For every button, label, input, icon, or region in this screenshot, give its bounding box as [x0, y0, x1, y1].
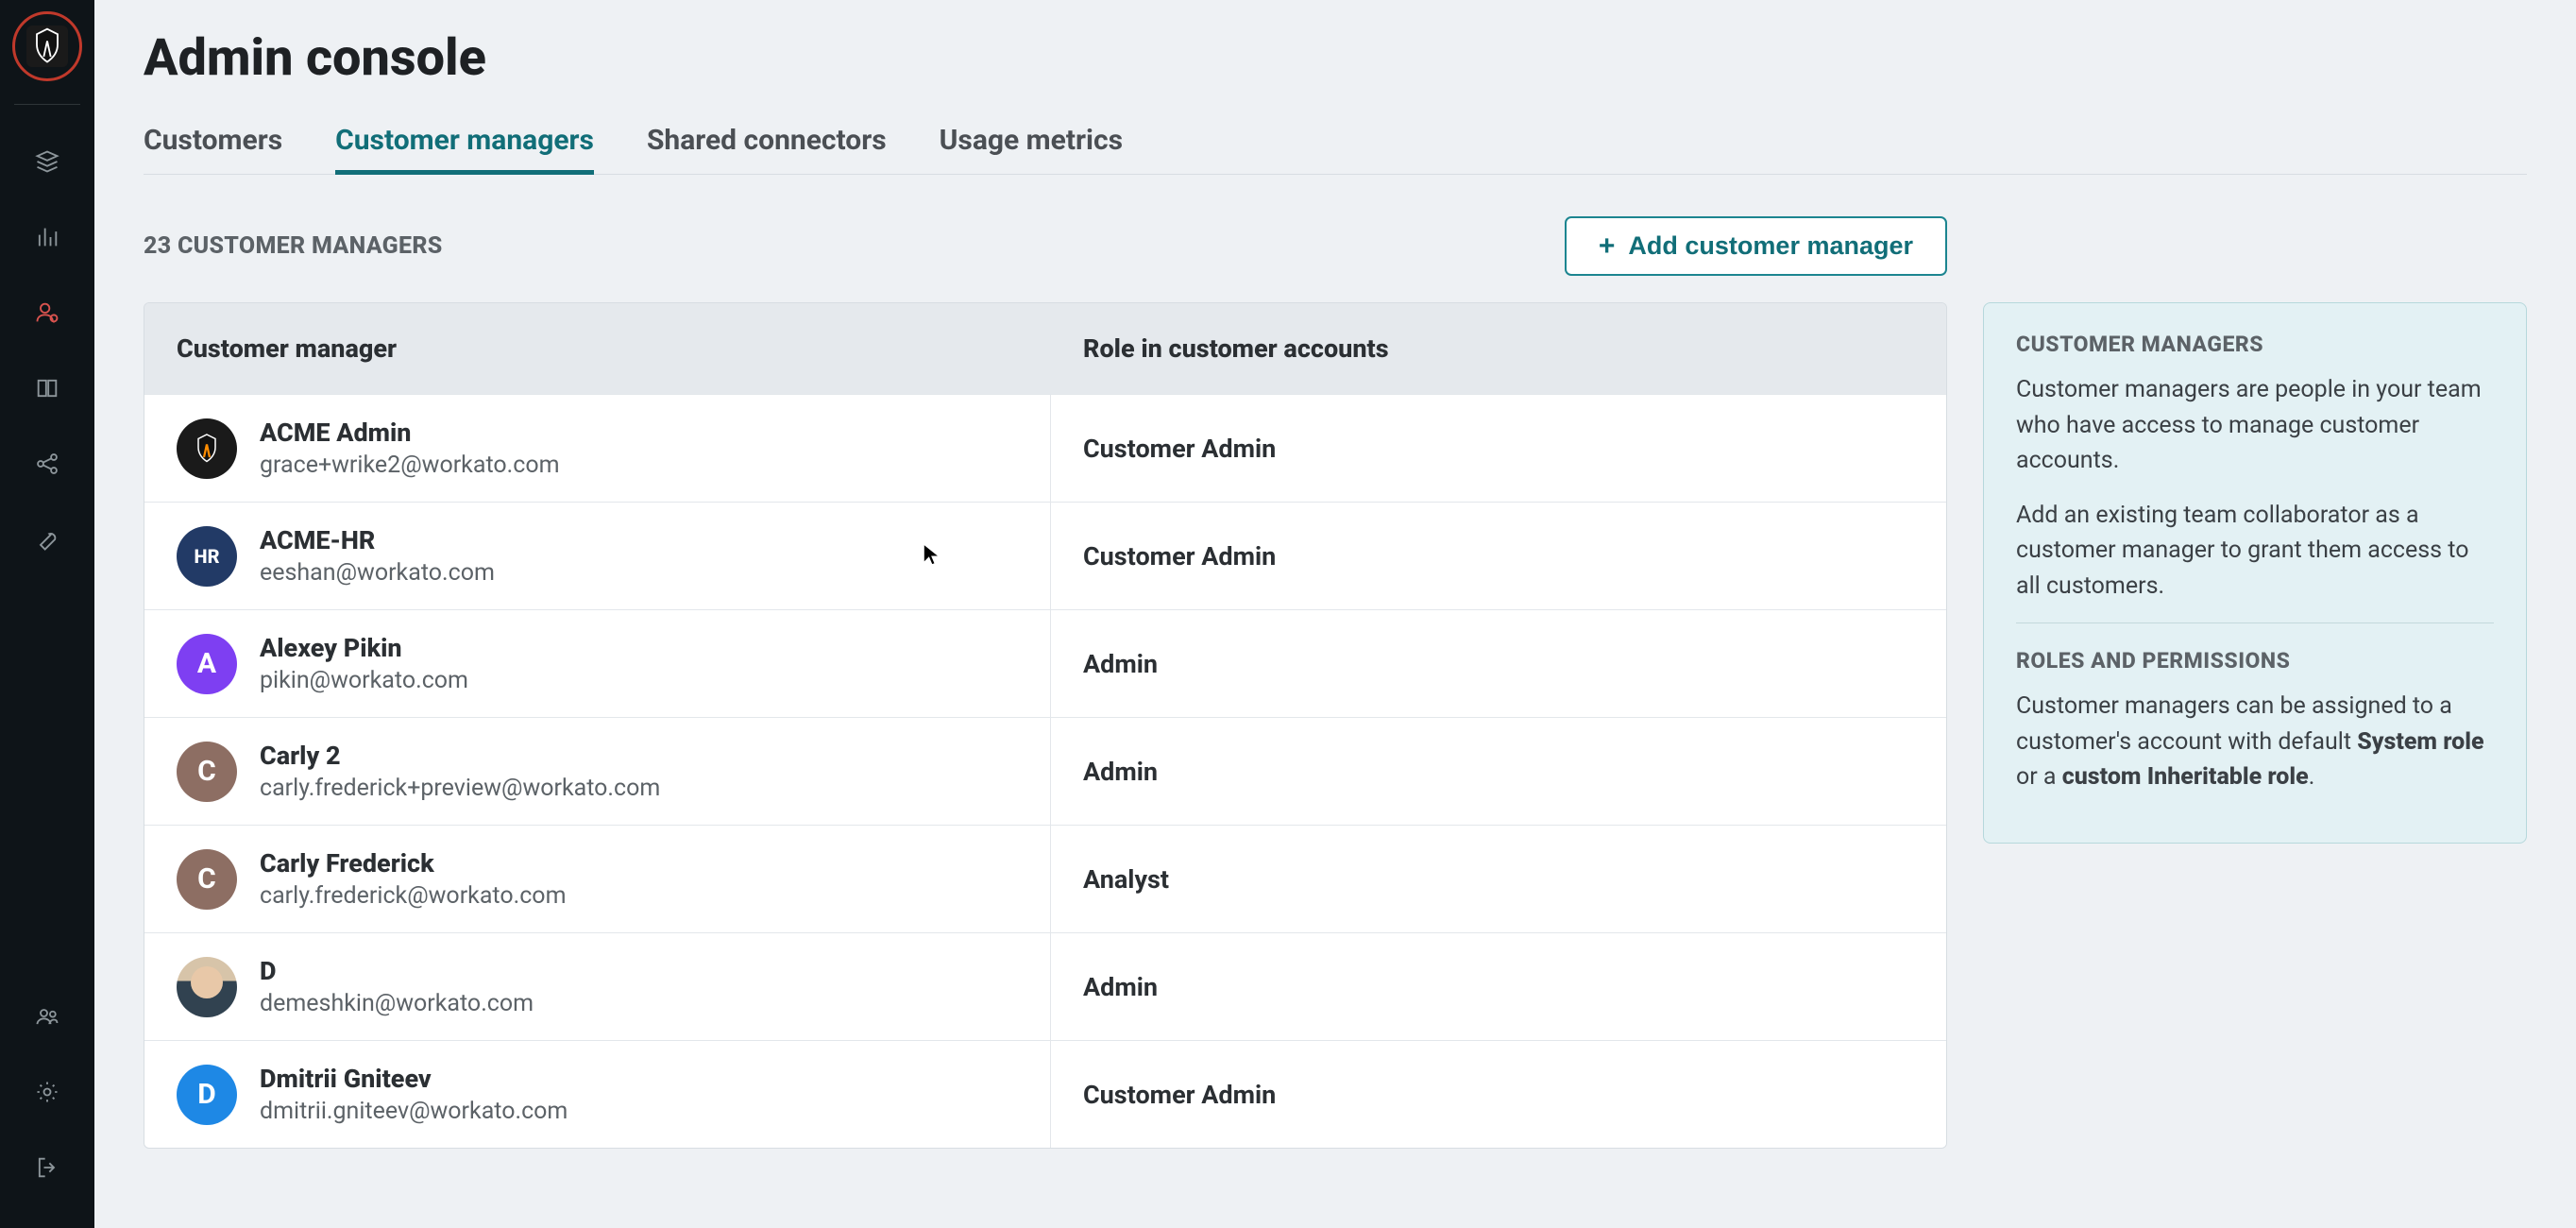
sidebar [0, 0, 94, 1228]
table-row[interactable]: C Carly 2 carly.frederick+preview@workat… [144, 717, 1946, 825]
table-header: Customer manager Role in customer accoun… [144, 303, 1946, 394]
avatar: C [177, 742, 237, 802]
manager-role: Analyst [1051, 826, 1946, 932]
manager-role: Admin [1051, 610, 1946, 717]
info-paragraph-2: Add an existing team collaborator as a c… [2016, 498, 2494, 605]
info-strong: System role [2357, 728, 2483, 756]
managers-table: Customer manager Role in customer accoun… [144, 302, 1947, 1149]
manager-role: Customer Admin [1051, 395, 1946, 502]
th-role: Role in customer accounts [1051, 303, 1946, 394]
main-content: Admin console Customers Customer manager… [94, 0, 2576, 1228]
user-admin-icon[interactable] [19, 284, 76, 341]
manager-role: Customer Admin [1051, 503, 1946, 609]
manager-name: Carly 2 [260, 741, 660, 771]
manager-info: ACME Admin grace+wrike2@workato.com [260, 418, 560, 479]
logout-icon[interactable] [19, 1139, 76, 1196]
manager-role: Admin [1051, 933, 1946, 1040]
table-row[interactable]: D demeshkin@workato.com Admin [144, 932, 1946, 1040]
manager-email: demeshkin@workato.com [260, 990, 534, 1017]
share-icon[interactable] [19, 435, 76, 492]
manager-email: eeshan@workato.com [260, 559, 495, 587]
info-text: or a [2016, 763, 2062, 791]
avatar [177, 957, 237, 1017]
manager-email: carly.frederick@workato.com [260, 882, 567, 910]
info-text: . [2309, 763, 2315, 791]
plus-icon: + [1599, 232, 1616, 261]
tab-shared-connectors[interactable]: Shared connectors [647, 124, 887, 174]
table-row[interactable]: HR ACME-HR eeshan@workato.com Customer A… [144, 502, 1946, 609]
info-strong: custom Inheritable role [2062, 763, 2309, 791]
manager-info: Carly Frederick carly.frederick@workato.… [260, 848, 567, 910]
manager-email: grace+wrike2@workato.com [260, 452, 560, 479]
chart-bars-icon[interactable] [19, 209, 76, 265]
sidebar-bottom-group [19, 979, 76, 1228]
th-customer-manager: Customer manager [144, 303, 1051, 394]
tab-customer-managers[interactable]: Customer managers [335, 124, 594, 174]
info-paragraph-3: Customer managers can be assigned to a c… [2016, 689, 2494, 795]
manager-email: carly.frederick+preview@workato.com [260, 775, 660, 802]
info-heading-1: CUSTOMER MANAGERS [2016, 332, 2494, 357]
gear-icon[interactable] [19, 1064, 76, 1120]
wrench-icon[interactable] [19, 511, 76, 568]
manager-name: Carly Frederick [260, 848, 567, 878]
manager-role: Customer Admin [1051, 1041, 1946, 1148]
people-icon[interactable] [19, 988, 76, 1045]
managers-count-label: 23 CUSTOMER MANAGERS [144, 232, 443, 260]
manager-name: Dmitrii Gniteev [260, 1064, 568, 1094]
manager-name: D [260, 956, 534, 986]
manager-email: dmitrii.gniteev@workato.com [260, 1098, 568, 1125]
add-customer-manager-button[interactable]: + Add customer manager [1565, 216, 1947, 276]
tabs: Customers Customer managers Shared conne… [144, 124, 2527, 175]
table-row[interactable]: A Alexey Pikin pikin@workato.com Admin [144, 609, 1946, 717]
avatar: A [177, 634, 237, 694]
app-logo[interactable] [12, 11, 82, 81]
add-button-label: Add customer manager [1628, 231, 1913, 261]
sidebar-divider [14, 104, 80, 105]
avatar: C [177, 849, 237, 910]
table-row[interactable]: C Carly Frederick carly.frederick@workat… [144, 825, 1946, 932]
manager-info: ACME-HR eeshan@workato.com [260, 525, 495, 587]
avatar: D [177, 1065, 237, 1125]
manager-email: pikin@workato.com [260, 667, 468, 694]
manager-role: Admin [1051, 718, 1946, 825]
manager-name: ACME-HR [260, 525, 495, 555]
page-title: Admin console [144, 28, 2527, 88]
tab-customers[interactable]: Customers [144, 124, 282, 174]
tab-usage-metrics[interactable]: Usage metrics [940, 124, 1123, 174]
manager-info: Alexey Pikin pikin@workato.com [260, 633, 468, 694]
sidebar-top-group [19, 124, 76, 979]
manager-info: Dmitrii Gniteev dmitrii.gniteev@workato.… [260, 1064, 568, 1125]
stack-icon[interactable] [19, 133, 76, 190]
info-heading-2: ROLES AND PERMISSIONS [2016, 648, 2494, 674]
info-paragraph-1: Customer managers are people in your tea… [2016, 372, 2494, 479]
table-row[interactable]: ACME Admin grace+wrike2@workato.com Cust… [144, 394, 1946, 502]
avatar: HR [177, 526, 237, 587]
manager-name: ACME Admin [260, 418, 560, 448]
logo-badge [26, 26, 68, 67]
manager-info: Carly 2 carly.frederick+preview@workato.… [260, 741, 660, 802]
book-icon[interactable] [19, 360, 76, 417]
avatar [177, 418, 237, 479]
manager-name: Alexey Pikin [260, 633, 468, 663]
table-row[interactable]: D Dmitrii Gniteev dmitrii.gniteev@workat… [144, 1040, 1946, 1148]
info-panel: CUSTOMER MANAGERS Customer managers are … [1983, 302, 2527, 844]
manager-info: D demeshkin@workato.com [260, 956, 534, 1017]
